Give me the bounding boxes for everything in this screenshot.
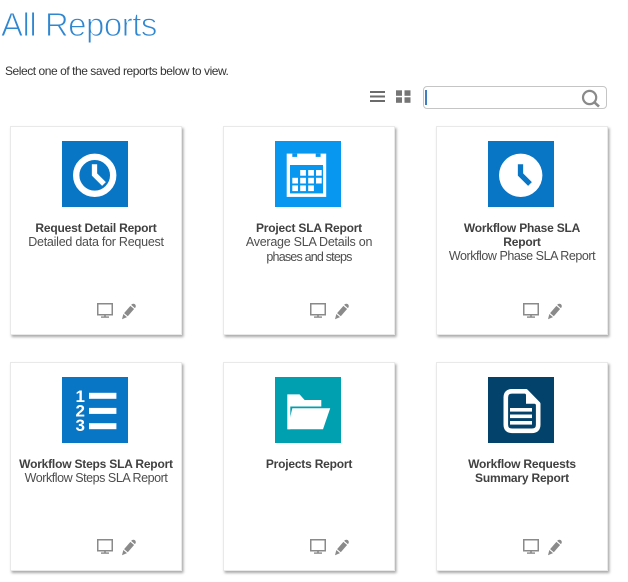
svg-text:3: 3 <box>75 416 84 435</box>
